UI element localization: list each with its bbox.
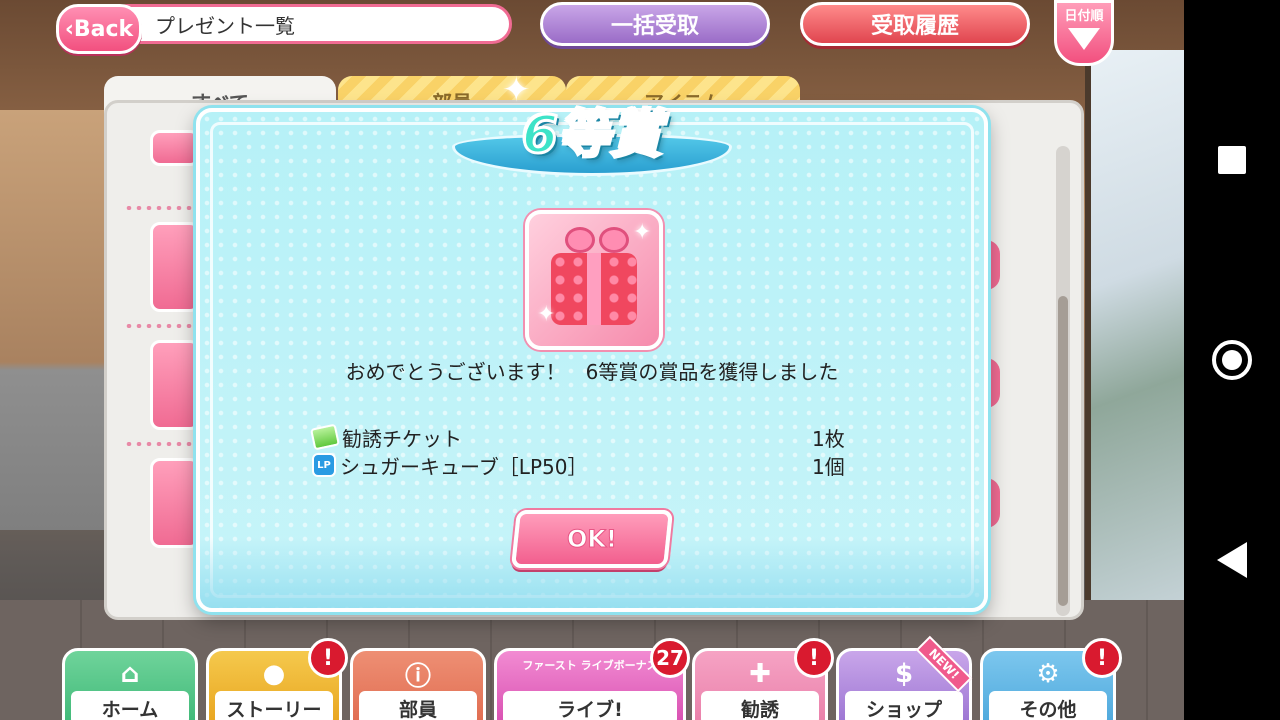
history-button[interactable]: 受取履歴 [800, 2, 1030, 46]
ticket-icon [309, 423, 341, 451]
ok-label: OK! [567, 525, 618, 554]
page-title-text: プレゼント一覧 [155, 13, 295, 38]
sort-label: 日付順 [1064, 9, 1104, 24]
sparkle-icon: ✦ [502, 70, 531, 110]
back-label: Back [73, 16, 134, 42]
prize-name: シュガーキューブ［LP50］ [340, 454, 588, 479]
prize-name: 勧誘チケット [342, 426, 462, 451]
gear-icon: ⚙ [1036, 659, 1060, 689]
gift-bow [565, 227, 629, 253]
arrow-down-icon [1068, 28, 1100, 50]
bathroom-wall [0, 110, 110, 530]
prize-quantity: 1枚 [812, 426, 845, 451]
gift-box-icon: ✦ ✦ [525, 210, 663, 350]
background-window [1085, 50, 1184, 610]
list-item-thumbnail [150, 130, 200, 166]
scout-alert-badge: ! [794, 638, 834, 678]
sparkle-icon: ✦ [633, 220, 652, 245]
live-bonus-label: ファースト ライブボーナス [522, 659, 658, 672]
nav-other-label: その他 [989, 691, 1107, 720]
chat-icon: ● [262, 659, 286, 689]
nav-members[interactable]: ⓘ 部員 [350, 648, 486, 720]
shop-icon: $ [894, 659, 914, 689]
nav-home-label: ホーム [71, 691, 189, 720]
gift-body [551, 227, 637, 325]
list-scrollbar[interactable] [1056, 146, 1070, 616]
triangle-back-icon [1217, 542, 1247, 578]
list-divider [124, 324, 196, 328]
prize-quantity: 1個 [812, 454, 845, 479]
nav-members-label: 部員 [359, 691, 477, 720]
scout-icon: ✚ [749, 659, 771, 689]
prize-row: LP シュガーキューブ［LP50］ 1個 [312, 452, 852, 479]
list-item-thumbnail [150, 458, 200, 548]
lp-icon: LP [312, 453, 336, 477]
sparkle-icon: ✦ [537, 302, 556, 327]
square-icon [1218, 146, 1246, 174]
other-alert-badge: ! [1082, 638, 1122, 678]
receive-item-button[interactable] [986, 358, 1000, 408]
page-title: プレゼント一覧 [108, 4, 512, 44]
prize-rank-banner: 6等賞 ✦ [452, 70, 732, 204]
member-icon: ⓘ [404, 661, 431, 692]
system-back-button[interactable] [1184, 520, 1280, 600]
prize-row: 勧誘チケット 1枚 [309, 423, 852, 451]
recents-button[interactable] [1184, 120, 1280, 200]
system-nav-bar [1184, 0, 1280, 720]
nav-story-label: ストーリー [215, 691, 333, 720]
nav-home[interactable]: ⌂ ホーム [62, 648, 198, 720]
live-count-badge: 27 [650, 638, 690, 678]
receive-item-button[interactable] [986, 478, 1000, 528]
list-divider [124, 206, 196, 210]
nav-shop-label: ショップ [845, 691, 963, 720]
circle-icon [1212, 340, 1252, 380]
scrollbar-thumb[interactable] [1058, 296, 1068, 606]
ok-button[interactable]: OK! [510, 510, 674, 568]
congrats-message: おめでとうございます！ 6等賞の賞品を獲得しました [345, 360, 839, 384]
list-item-thumbnail [150, 222, 200, 312]
sort-date-button[interactable]: 日付順 [1054, 0, 1114, 66]
story-alert-badge: ! [308, 638, 348, 678]
receive-item-button[interactable] [986, 240, 1000, 290]
chevron-left-icon: ‹ [64, 16, 74, 42]
list-item-thumbnail [150, 340, 200, 430]
back-button[interactable]: ‹ Back [56, 4, 142, 54]
home-icon: ⌂ [120, 659, 140, 689]
nav-scout-label: 勧誘 [701, 691, 819, 720]
home-button[interactable] [1184, 320, 1280, 400]
nav-live-label: ライブ! [503, 691, 677, 720]
list-divider [124, 442, 196, 446]
receive-all-button[interactable]: 一括受取 [540, 2, 770, 46]
